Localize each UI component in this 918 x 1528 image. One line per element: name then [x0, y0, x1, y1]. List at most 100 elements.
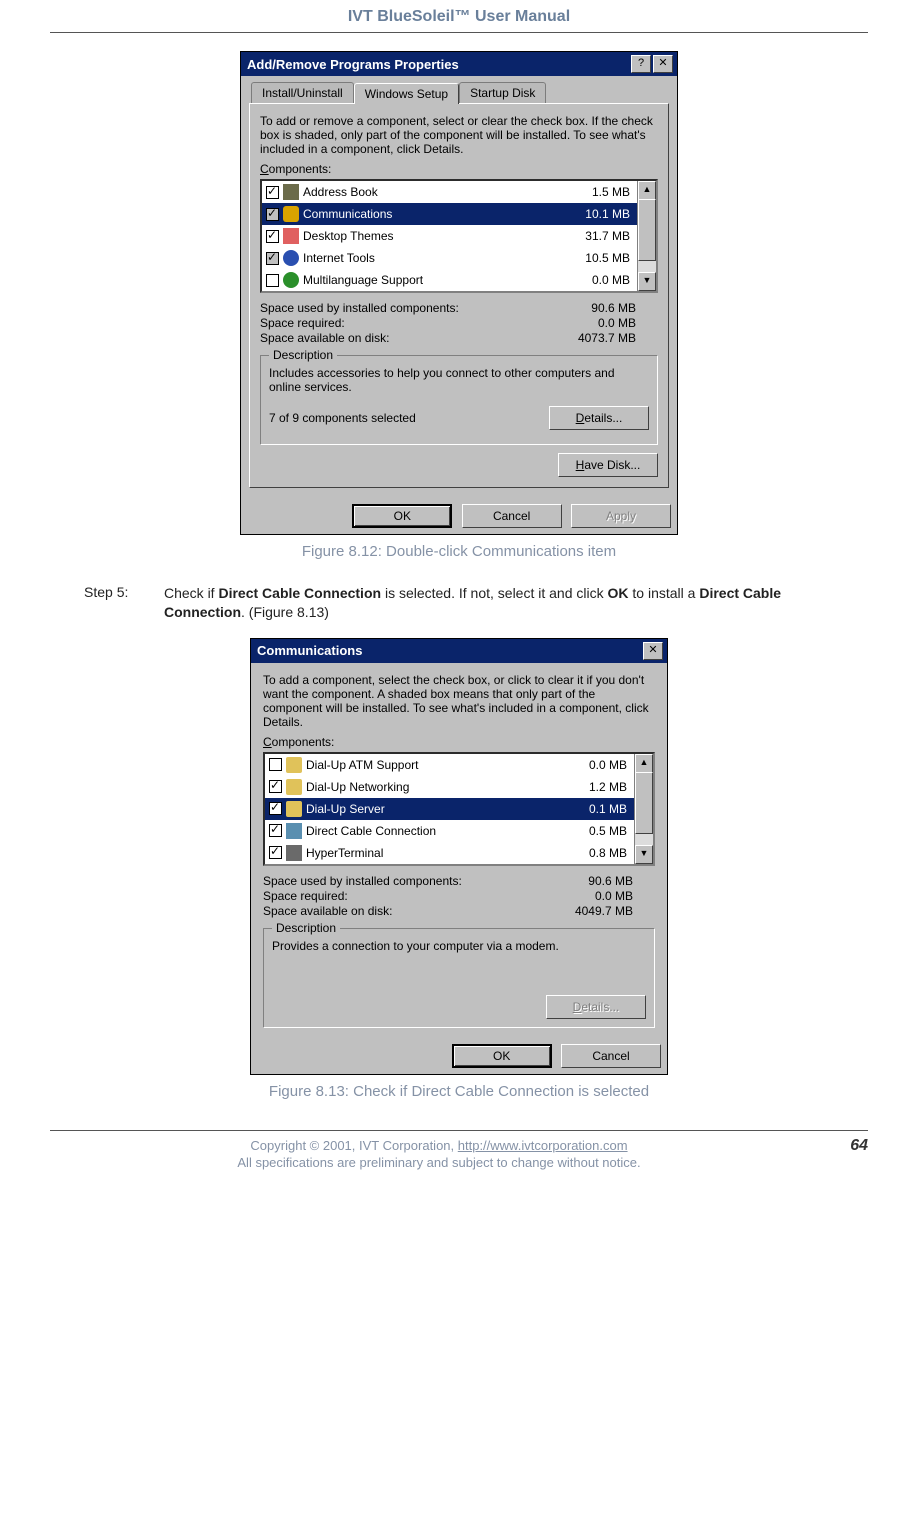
- space-used-label: Space used by installed components:: [260, 301, 546, 315]
- space-available-value: 4049.7 MB: [543, 904, 655, 918]
- space-available-label: Space available on disk:: [260, 331, 546, 345]
- checkbox[interactable]: [269, 846, 282, 859]
- item-name: Direct Cable Connection: [306, 824, 557, 838]
- space-required-value: 0.0 MB: [546, 316, 658, 330]
- ico-comm-icon: [283, 206, 299, 222]
- list-item[interactable]: Dial-Up Server0.1 MB: [265, 798, 635, 820]
- description-text: Provides a connection to your computer v…: [272, 939, 646, 987]
- checkbox[interactable]: [266, 274, 279, 287]
- checkbox[interactable]: [266, 230, 279, 243]
- checkbox[interactable]: [266, 186, 279, 199]
- space-used-value: 90.6 MB: [543, 874, 655, 888]
- figure-caption-813: Figure 8.13: Check if Direct Cable Conne…: [50, 1083, 868, 1100]
- notice-text: All specifications are preliminary and s…: [237, 1155, 640, 1170]
- checkbox[interactable]: [269, 780, 282, 793]
- tab-windows-setup[interactable]: Windows Setup: [354, 83, 459, 104]
- scroll-down-icon[interactable]: ▼: [635, 845, 653, 864]
- ico-ie-icon: [283, 250, 299, 266]
- ico-net-icon: [286, 823, 302, 839]
- close-icon[interactable]: ✕: [643, 642, 663, 660]
- details-button[interactable]: Details...: [549, 406, 649, 430]
- scrollbar[interactable]: ▲ ▼: [637, 181, 656, 291]
- apply-button: Apply: [571, 504, 671, 528]
- cancel-button[interactable]: Cancel: [561, 1044, 661, 1068]
- copyright-text: Copyright © 2001, IVT Corporation,: [250, 1138, 457, 1153]
- dialog-add-remove-programs: Add/Remove Programs Properties ? ✕ Insta…: [240, 51, 678, 535]
- list-item[interactable]: Desktop Themes31.7 MB: [262, 225, 638, 247]
- checkbox[interactable]: [269, 824, 282, 837]
- step-5: Step 5: Check if Direct Cable Connection…: [84, 584, 834, 622]
- components-listbox[interactable]: Dial-Up ATM Support0.0 MBDial-Up Network…: [263, 752, 655, 866]
- ok-button[interactable]: OK: [452, 1044, 552, 1068]
- item-size: 1.2 MB: [557, 780, 631, 794]
- space-required-value: 0.0 MB: [543, 889, 655, 903]
- scroll-thumb[interactable]: [638, 199, 656, 261]
- item-size: 10.5 MB: [560, 251, 634, 265]
- titlebar-text: Communications: [257, 643, 362, 658]
- checkbox[interactable]: [266, 252, 279, 265]
- list-item[interactable]: Internet Tools10.5 MB: [262, 247, 638, 269]
- item-name: HyperTerminal: [306, 846, 557, 860]
- item-name: Address Book: [303, 185, 560, 199]
- item-size: 31.7 MB: [560, 229, 634, 243]
- item-size: 0.5 MB: [557, 824, 631, 838]
- components-listbox[interactable]: Address Book1.5 MBCommunications10.1 MBD…: [260, 179, 658, 293]
- checkbox[interactable]: [269, 802, 282, 815]
- ok-button[interactable]: OK: [352, 504, 452, 528]
- footer-link[interactable]: http://www.ivtcorporation.com: [458, 1138, 628, 1153]
- panel-body: To add or remove a component, select or …: [249, 103, 669, 488]
- ico-folder-icon: [286, 779, 302, 795]
- tabs: Install/Uninstall Windows Setup Startup …: [241, 76, 677, 103]
- list-item[interactable]: Dial-Up Networking1.2 MB: [265, 776, 635, 798]
- description-title: Description: [269, 348, 337, 362]
- ico-folder-icon: [286, 801, 302, 817]
- item-size: 10.1 MB: [560, 207, 634, 221]
- item-name: Dial-Up Server: [306, 802, 557, 816]
- list-item[interactable]: Multilanguage Support0.0 MB: [262, 269, 638, 291]
- scroll-thumb[interactable]: [635, 772, 653, 834]
- list-item[interactable]: HyperTerminal0.8 MB: [265, 842, 635, 864]
- list-item[interactable]: Communications10.1 MB: [262, 203, 638, 225]
- details-button: Details...: [546, 995, 646, 1019]
- item-name: Internet Tools: [303, 251, 560, 265]
- scroll-up-icon[interactable]: ▲: [635, 754, 653, 773]
- checkbox[interactable]: [266, 208, 279, 221]
- tab-install-uninstall[interactable]: Install/Uninstall: [251, 82, 354, 103]
- item-name: Dial-Up Networking: [306, 780, 557, 794]
- dialog-communications: Communications ✕ To add a component, sel…: [250, 638, 668, 1075]
- ico-theme-icon: [283, 228, 299, 244]
- figure-caption-812: Figure 8.12: Double-click Communications…: [50, 543, 868, 560]
- item-name: Desktop Themes: [303, 229, 560, 243]
- scrollbar[interactable]: ▲ ▼: [634, 754, 653, 864]
- close-icon[interactable]: ✕: [653, 55, 673, 73]
- titlebar: Add/Remove Programs Properties ? ✕: [241, 52, 677, 76]
- document-title: IVT BlueSoleil™ User Manual: [50, 0, 868, 33]
- description-title: Description: [272, 921, 340, 935]
- description-group: Description Provides a connection to you…: [263, 928, 655, 1028]
- item-size: 0.1 MB: [557, 802, 631, 816]
- page-footer: Copyright © 2001, IVT Corporation, http:…: [50, 1130, 868, 1172]
- item-name: Multilanguage Support: [303, 273, 560, 287]
- list-item[interactable]: Dial-Up ATM Support0.0 MB: [265, 754, 635, 776]
- list-item[interactable]: Direct Cable Connection0.5 MB: [265, 820, 635, 842]
- intro-text: To add a component, select the check box…: [263, 673, 655, 729]
- space-used-value: 90.6 MB: [546, 301, 658, 315]
- ico-multi-icon: [283, 272, 299, 288]
- description-text: Includes accessories to help you connect…: [269, 366, 649, 400]
- description-group: Description Includes accessories to help…: [260, 355, 658, 445]
- cancel-button[interactable]: Cancel: [462, 504, 562, 528]
- scroll-down-icon[interactable]: ▼: [638, 272, 656, 291]
- list-item[interactable]: Address Book1.5 MB: [262, 181, 638, 203]
- space-required-label: Space required:: [263, 889, 543, 903]
- item-size: 0.8 MB: [557, 846, 631, 860]
- dialog-footer-buttons: OK Cancel: [251, 1036, 667, 1074]
- page-number: 64: [828, 1137, 868, 1172]
- space-available-value: 4073.7 MB: [546, 331, 658, 345]
- help-icon[interactable]: ?: [631, 55, 651, 73]
- item-name: Dial-Up ATM Support: [306, 758, 557, 772]
- have-disk-button[interactable]: Have Disk...: [558, 453, 658, 477]
- tab-startup-disk[interactable]: Startup Disk: [459, 82, 546, 103]
- scroll-up-icon[interactable]: ▲: [638, 181, 656, 200]
- ico-hyper-icon: [286, 845, 302, 861]
- checkbox[interactable]: [269, 758, 282, 771]
